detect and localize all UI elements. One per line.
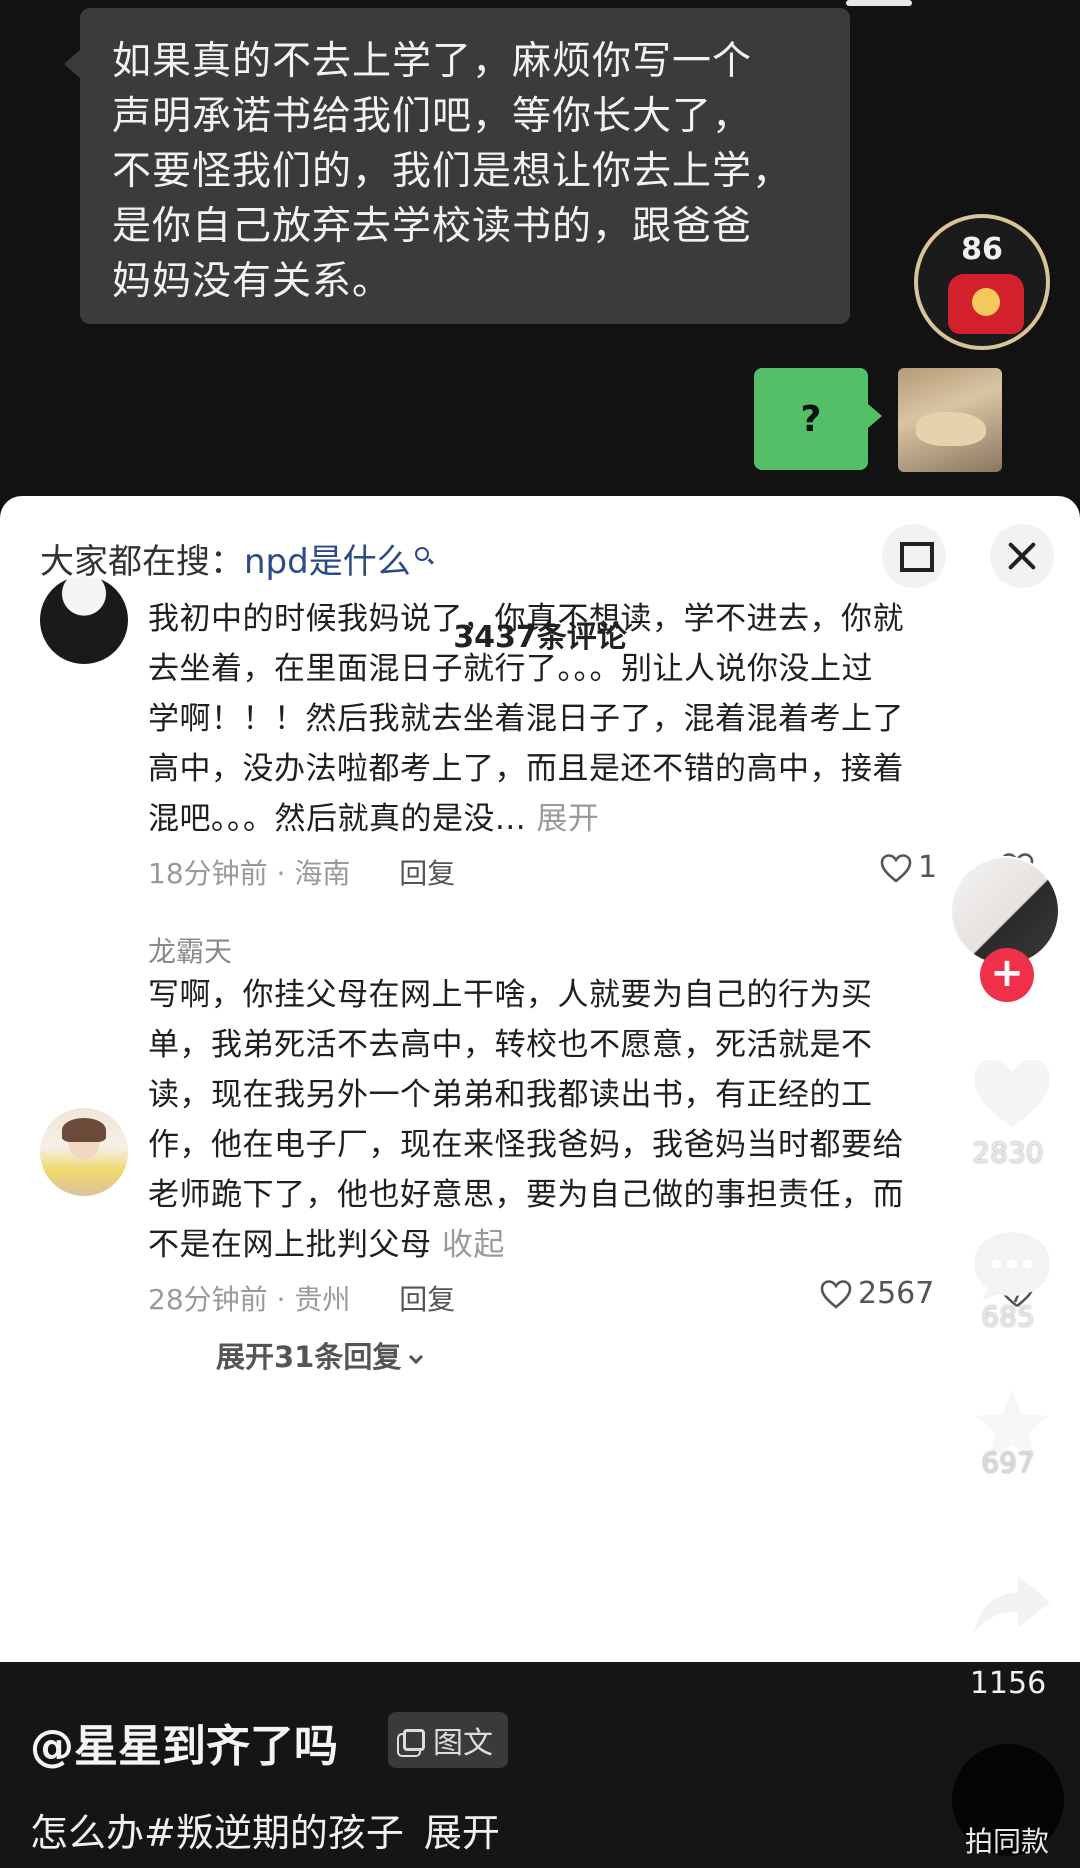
video-caption-area: @星星到齐了吗 图文 怎么办#叛逆期的孩子 展开: [0, 1662, 1080, 1868]
reply-button[interactable]: 回复: [399, 1283, 455, 1316]
content-type-label: 图文: [433, 1726, 493, 1761]
comment-meta: 28分钟前 · 贵州 回复: [148, 1278, 455, 1318]
comment-video-icon[interactable]: [970, 1226, 1054, 1304]
comment-line: 高中，没办法啦都考上了，而且是还不错的高中，接着: [148, 751, 904, 787]
comment-line: 不是在网上批判父母: [148, 1227, 432, 1263]
comment-avatar[interactable]: [40, 1108, 128, 1196]
search-prefix: 大家都在搜：: [40, 542, 244, 582]
shoot-same-button[interactable]: 拍同款: [950, 1820, 1064, 1860]
comment-text: 写啊，你挂父母在网上干啥，人就要为自己的行为买 单，我弟死活不去高中，转校也不愿…: [148, 970, 1018, 1270]
heart-icon: [820, 1279, 852, 1309]
comment-time-location: 18分钟前 · 海南: [148, 857, 351, 890]
chat-message-bubble: 如果真的不去上学了，麻烦你写一个 声明承诺书给我们吧，等你长大了， 不要怪我们的…: [64, 8, 850, 324]
chat-message-line: 妈妈没有关系。: [112, 259, 393, 304]
video-caption: 怎么办#叛逆期的孩子 展开: [30, 1802, 500, 1857]
chevron-down-icon: [409, 1349, 424, 1365]
content-type-tag: 图文: [388, 1712, 508, 1768]
like-video-count: 2830: [972, 1136, 1044, 1169]
close-button[interactable]: [990, 524, 1054, 588]
comment-meta: 18分钟前 · 海南 回复: [148, 852, 455, 892]
expand-replies-button[interactable]: 展开31条回复: [216, 1334, 424, 1376]
like-count: 1: [918, 850, 938, 885]
caption-expand-link[interactable]: 展开: [424, 1811, 500, 1855]
comment-time-location: 28分钟前 · 贵州: [148, 1283, 351, 1316]
like-button[interactable]: 1: [880, 850, 937, 885]
comment-line: 混吧。。。然后就真的是没...: [148, 801, 527, 837]
status-indicator: [846, 0, 912, 6]
comment-avatar[interactable]: [40, 576, 128, 664]
collapse-comment-link[interactable]: 收起: [442, 1227, 505, 1263]
search-suggestion[interactable]: 大家都在搜：npd是什么: [40, 534, 429, 583]
follow-button[interactable]: +: [980, 948, 1034, 1002]
comment-line: 作，他在电子厂，现在来怪我爸妈，我爸妈当时都要给: [148, 1127, 904, 1163]
chat-message-line: 是你自己放弃去学校读书的，跟爸爸: [112, 204, 753, 249]
expand-replies-label: 展开31条回复: [216, 1340, 402, 1374]
red-packet-count: 86: [961, 232, 1003, 267]
comment-text: 我初中的时候我妈说了，你真不想读，学不进去，你就 去坐着，在里面混日子就行了。。…: [148, 594, 1018, 844]
search-keyword[interactable]: npd是什么: [244, 542, 411, 582]
expand-comment-link[interactable]: 展开: [536, 801, 599, 837]
chat-background: 如果真的不去上学了，麻烦你写一个 声明承诺书给我们吧，等你长大了， 不要怪我们的…: [0, 0, 1080, 500]
like-count: 2567: [858, 1276, 935, 1311]
expand-sheet-button[interactable]: [882, 524, 946, 588]
sender-avatar: [898, 368, 1002, 472]
like-button[interactable]: 2567: [820, 1276, 934, 1311]
comment-line: 去坐着，在里面混日子就行了。。。别让人说你没上过: [148, 651, 873, 687]
chat-message-line: 声明承诺书给我们吧，等你长大了，: [112, 94, 753, 139]
author-name[interactable]: @星星到齐了吗: [30, 1710, 338, 1774]
red-packet-icon: [948, 274, 1024, 334]
reply-bubble: ?: [754, 368, 882, 470]
comment-sheet: 大家都在搜：npd是什么 3437条评论 我初中的时候我妈说了，你真不想读，学不…: [0, 496, 1080, 1662]
share-icon[interactable]: [970, 1572, 1054, 1638]
favorite-count: 697: [981, 1446, 1035, 1479]
caption-text[interactable]: 怎么办#叛逆期的孩子: [30, 1811, 404, 1855]
red-packet-timer[interactable]: 86: [914, 214, 1050, 350]
search-icon: [414, 547, 429, 561]
like-video-icon[interactable]: [970, 1056, 1054, 1132]
comment-username[interactable]: 龙霸天: [148, 930, 232, 970]
comment-line: 老师跪下了，他也好意思，要为自己做的事担责任，而: [148, 1177, 904, 1213]
reply-button[interactable]: 回复: [399, 857, 455, 890]
comment-line: 写啊，你挂父母在网上干啥，人就要为自己的行为买: [148, 977, 873, 1013]
share-count: 1156: [969, 1666, 1047, 1701]
comment-line: 读，现在我另外一个弟弟和我都读出书，有正经的工: [148, 1077, 873, 1113]
comment-line: 我初中的时候我妈说了，你真不想读，学不进去，你就: [148, 601, 904, 637]
video-page: 如果真的不去上学了，麻烦你写一个 声明承诺书给我们吧，等你长大了， 不要怪我们的…: [0, 0, 1080, 1868]
chat-message-line: 如果真的不去上学了，麻烦你写一个: [112, 39, 753, 84]
comment-line: 单，我弟死活不去高中，转校也不愿意，死活就是不: [148, 1027, 873, 1063]
chat-message-line: 不要怪我们的，我们是想让你去上学，: [112, 149, 793, 194]
heart-icon: [880, 853, 912, 883]
image-text-icon: [403, 1729, 425, 1751]
comment-line: 学啊！！！然后我就去坐着混日子了，混着混着考上了: [148, 701, 904, 737]
comment-video-count: 685: [981, 1300, 1035, 1333]
